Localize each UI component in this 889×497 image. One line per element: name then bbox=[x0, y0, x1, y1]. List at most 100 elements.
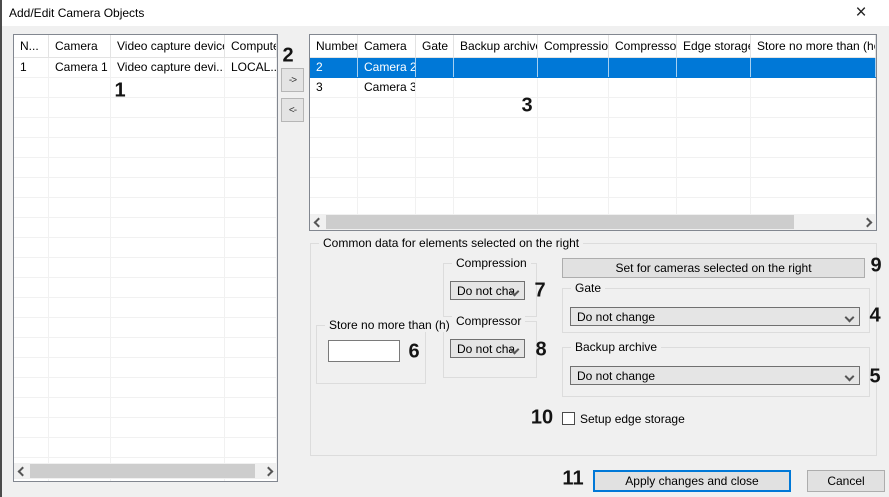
backup-archive-label: Backup archive bbox=[571, 340, 661, 354]
table-cell bbox=[225, 238, 277, 257]
scroll-thumb[interactable] bbox=[326, 215, 794, 229]
set-for-cameras-button[interactable]: Set for cameras selected on the right bbox=[562, 258, 865, 278]
move-left-button[interactable]: <- bbox=[281, 98, 304, 122]
scroll-left-icon[interactable] bbox=[14, 463, 29, 479]
table-row[interactable] bbox=[14, 238, 277, 258]
table-cell bbox=[538, 118, 609, 137]
column-header[interactable]: Number bbox=[310, 35, 358, 57]
table-row[interactable]: 1Camera 1Video capture devi...LOCAL... bbox=[14, 58, 277, 78]
column-header[interactable]: Camera bbox=[358, 35, 416, 57]
column-header[interactable]: Video capture device bbox=[111, 35, 225, 57]
table-cell bbox=[14, 158, 49, 177]
table-cell bbox=[416, 78, 454, 97]
column-header[interactable]: Camera bbox=[49, 35, 111, 57]
move-right-button[interactable]: -> bbox=[281, 68, 304, 92]
column-header[interactable]: Compression bbox=[538, 35, 609, 57]
scroll-right-icon[interactable] bbox=[262, 463, 277, 479]
table-cell bbox=[751, 98, 876, 117]
table-row[interactable] bbox=[14, 398, 277, 418]
backup-archive-dropdown[interactable]: Do not change bbox=[570, 366, 860, 385]
table-cell bbox=[454, 118, 538, 137]
table-row[interactable] bbox=[310, 98, 876, 118]
table-row[interactable]: 2Camera 2 bbox=[310, 58, 876, 78]
table-cell bbox=[14, 98, 49, 117]
scroll-right-icon[interactable] bbox=[861, 214, 876, 230]
table-row[interactable] bbox=[14, 218, 277, 238]
table-row[interactable] bbox=[14, 78, 277, 98]
table-cell bbox=[609, 138, 677, 157]
window-title: Add/Edit Camera Objects bbox=[9, 6, 144, 20]
table-cell bbox=[225, 358, 277, 377]
table-cell bbox=[225, 218, 277, 237]
table-row[interactable] bbox=[14, 318, 277, 338]
column-header[interactable]: Compressor bbox=[609, 35, 677, 57]
table-row[interactable] bbox=[14, 338, 277, 358]
column-header[interactable]: Backup archive bbox=[454, 35, 538, 57]
source-table-hscrollbar[interactable] bbox=[14, 463, 277, 479]
table-row[interactable] bbox=[14, 298, 277, 318]
table-cell bbox=[609, 118, 677, 137]
gate-dropdown[interactable]: Do not change bbox=[570, 307, 860, 326]
table-row[interactable] bbox=[14, 378, 277, 398]
scroll-left-icon[interactable] bbox=[310, 214, 325, 230]
apply-changes-button[interactable]: Apply changes and close bbox=[593, 470, 791, 492]
column-header[interactable]: Gate bbox=[416, 35, 454, 57]
table-row[interactable] bbox=[14, 278, 277, 298]
table-row[interactable] bbox=[14, 418, 277, 438]
table-cell bbox=[49, 78, 111, 97]
table-cell bbox=[49, 258, 111, 277]
table-row[interactable] bbox=[310, 138, 876, 158]
table-row[interactable] bbox=[14, 158, 277, 178]
close-icon[interactable]: × bbox=[838, 0, 884, 25]
table-cell bbox=[609, 58, 677, 77]
table-cell bbox=[225, 298, 277, 317]
table-row[interactable] bbox=[14, 258, 277, 278]
column-header[interactable]: N... bbox=[14, 35, 49, 57]
table-cell bbox=[225, 198, 277, 217]
table-cell bbox=[14, 318, 49, 337]
annotation-5: 5 bbox=[869, 366, 880, 389]
compression-value: Do not cha bbox=[457, 284, 515, 298]
annotation-6: 6 bbox=[408, 341, 419, 364]
table-cell bbox=[310, 118, 358, 137]
table-cell: Camera 3 bbox=[358, 78, 416, 97]
table-row[interactable] bbox=[14, 358, 277, 378]
table-cell bbox=[225, 178, 277, 197]
table-row[interactable] bbox=[14, 198, 277, 218]
table-cell bbox=[49, 438, 111, 457]
table-cell bbox=[111, 378, 225, 397]
setup-edge-storage-checkbox[interactable] bbox=[562, 412, 575, 425]
annotation-9: 9 bbox=[870, 255, 881, 278]
table-row[interactable] bbox=[310, 118, 876, 138]
table-cell bbox=[609, 78, 677, 97]
table-cell bbox=[677, 138, 751, 157]
selected-table-hscrollbar[interactable] bbox=[310, 214, 876, 230]
scroll-thumb[interactable] bbox=[30, 464, 255, 478]
table-row[interactable] bbox=[14, 438, 277, 458]
table-cell bbox=[677, 78, 751, 97]
table-row[interactable] bbox=[14, 178, 277, 198]
table-row[interactable] bbox=[310, 158, 876, 178]
table-row[interactable] bbox=[14, 118, 277, 138]
column-header[interactable]: Edge storage bbox=[677, 35, 751, 57]
compressor-dropdown[interactable]: Do not cha bbox=[450, 339, 525, 358]
cancel-button[interactable]: Cancel bbox=[807, 470, 885, 492]
table-cell bbox=[310, 138, 358, 157]
table-cell bbox=[111, 78, 225, 97]
annotation-11: 11 bbox=[562, 468, 583, 491]
chevron-down-icon bbox=[511, 284, 518, 298]
table-cell bbox=[14, 438, 49, 457]
compression-dropdown[interactable]: Do not cha bbox=[450, 281, 525, 300]
table-row[interactable] bbox=[14, 98, 277, 118]
store-hours-input[interactable] bbox=[328, 340, 400, 362]
table-cell bbox=[14, 278, 49, 297]
annotation-4: 4 bbox=[869, 305, 880, 328]
column-header[interactable]: Store no more than (hours bbox=[751, 35, 876, 57]
table-row[interactable]: 3Camera 3 bbox=[310, 78, 876, 98]
table-row[interactable] bbox=[310, 178, 876, 198]
table-cell bbox=[111, 178, 225, 197]
column-header[interactable]: Computer bbox=[225, 35, 277, 57]
table-cell bbox=[111, 278, 225, 297]
table-cell bbox=[310, 178, 358, 197]
table-row[interactable] bbox=[14, 138, 277, 158]
